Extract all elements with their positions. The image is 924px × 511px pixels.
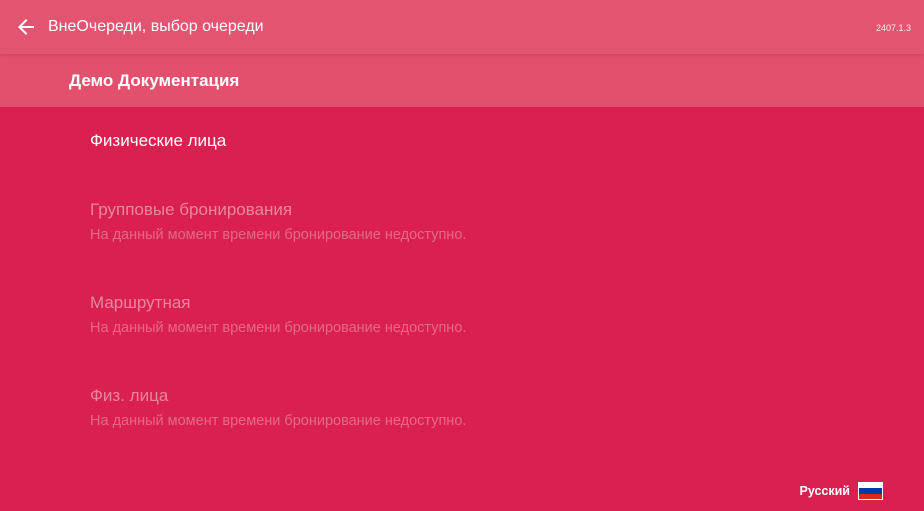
queue-name: Групповые бронирования (90, 200, 293, 219)
queue-name: Маршрутная (90, 293, 191, 312)
arrow-left-icon (18, 19, 34, 35)
queue-unavailable-note: На данный момент времени бронирование не… (90, 320, 467, 336)
russian-flag-icon (858, 482, 883, 500)
queue-name: Физ. лица (90, 386, 169, 405)
queue-item-route: Маршрутная На данный момент времени брон… (90, 293, 690, 337)
language-label: Русский (799, 484, 850, 498)
queue-unavailable-note: На данный момент времени бронирование не… (90, 227, 467, 243)
top-app-bar: ВнеОчереди, выбор очереди 2407.1.3 (0, 0, 924, 54)
flag-stripe-red (859, 493, 882, 499)
queue-item-group-bookings: Групповые бронирования На данный момент … (90, 200, 690, 244)
organization-title: Демо Документация (69, 71, 240, 90)
queue-name: Физические лица (90, 131, 227, 150)
queue-item-phys-persons: Физ. лица На данный момент времени брони… (90, 386, 690, 430)
language-switcher[interactable]: Русский (799, 482, 883, 500)
organization-header: Демо Документация (0, 54, 924, 107)
queue-unavailable-note: На данный момент времени бронирование не… (90, 413, 467, 429)
queue-item-individuals[interactable]: Физические лица (90, 131, 690, 151)
app-title: ВнеОчереди, выбор очереди (48, 18, 264, 35)
version-label: 2407.1.3 (875, 23, 911, 33)
back-button[interactable] (14, 15, 38, 39)
